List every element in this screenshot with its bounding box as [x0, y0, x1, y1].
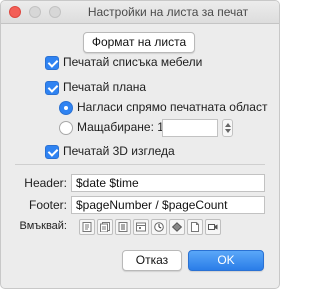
window-title: Настройки на листа за печат	[87, 5, 249, 19]
camera-icon[interactable]	[205, 219, 221, 235]
title-bar: Настройки на листа за печат	[1, 1, 279, 24]
print-plan-checkbox[interactable]	[45, 81, 59, 95]
header-input[interactable]: $date $time	[71, 174, 265, 192]
clock-icon[interactable]	[151, 219, 167, 235]
page-format-button[interactable]: Формат на листа	[83, 32, 195, 53]
ok-button[interactable]: OK	[188, 250, 264, 271]
fit-to-print-area-label: Нагласи спрямо печатната област	[77, 100, 268, 114]
footer-input[interactable]: $pageNumber / $pageCount	[71, 196, 265, 214]
page-setup-dialog: Настройки на листа за печат Формат на ли…	[0, 0, 280, 289]
scale-stepper[interactable]	[222, 119, 233, 137]
cancel-button[interactable]: Отказ	[122, 250, 182, 271]
insert-label: Вмъквай:	[19, 220, 67, 232]
close-window-button[interactable]	[9, 6, 21, 18]
file-name-icon[interactable]	[187, 219, 203, 235]
print-furniture-list-label: Печатай списъка мебели	[63, 55, 203, 69]
house-icon[interactable]	[169, 219, 185, 235]
fit-to-print-area-radio[interactable]	[59, 101, 73, 115]
footer-label: Footer:	[28, 198, 67, 212]
scale-down-icon[interactable]	[225, 129, 231, 133]
time-icon[interactable]	[133, 219, 149, 235]
print-3d-view-checkbox[interactable]	[45, 145, 59, 159]
scale-radio[interactable]	[59, 121, 73, 135]
header-label: Header:	[24, 176, 67, 190]
page-count-icon[interactable]	[97, 219, 113, 235]
print-3d-view-label: Печатай 3D изгледа	[63, 144, 175, 158]
date-icon[interactable]	[115, 219, 131, 235]
minimize-window-button[interactable]	[29, 6, 41, 18]
zoom-window-button[interactable]	[49, 6, 61, 18]
page-number-icon[interactable]	[79, 219, 95, 235]
scale-label: Мащабиране: 1 /	[77, 120, 171, 134]
print-plan-label: Печатай плана	[63, 80, 147, 94]
scale-up-icon[interactable]	[225, 123, 231, 127]
scale-input[interactable]	[162, 119, 218, 137]
separator	[15, 164, 265, 165]
print-furniture-list-checkbox[interactable]	[45, 56, 59, 70]
scale-option[interactable]: Мащабиране: 1 /	[1, 119, 279, 137]
